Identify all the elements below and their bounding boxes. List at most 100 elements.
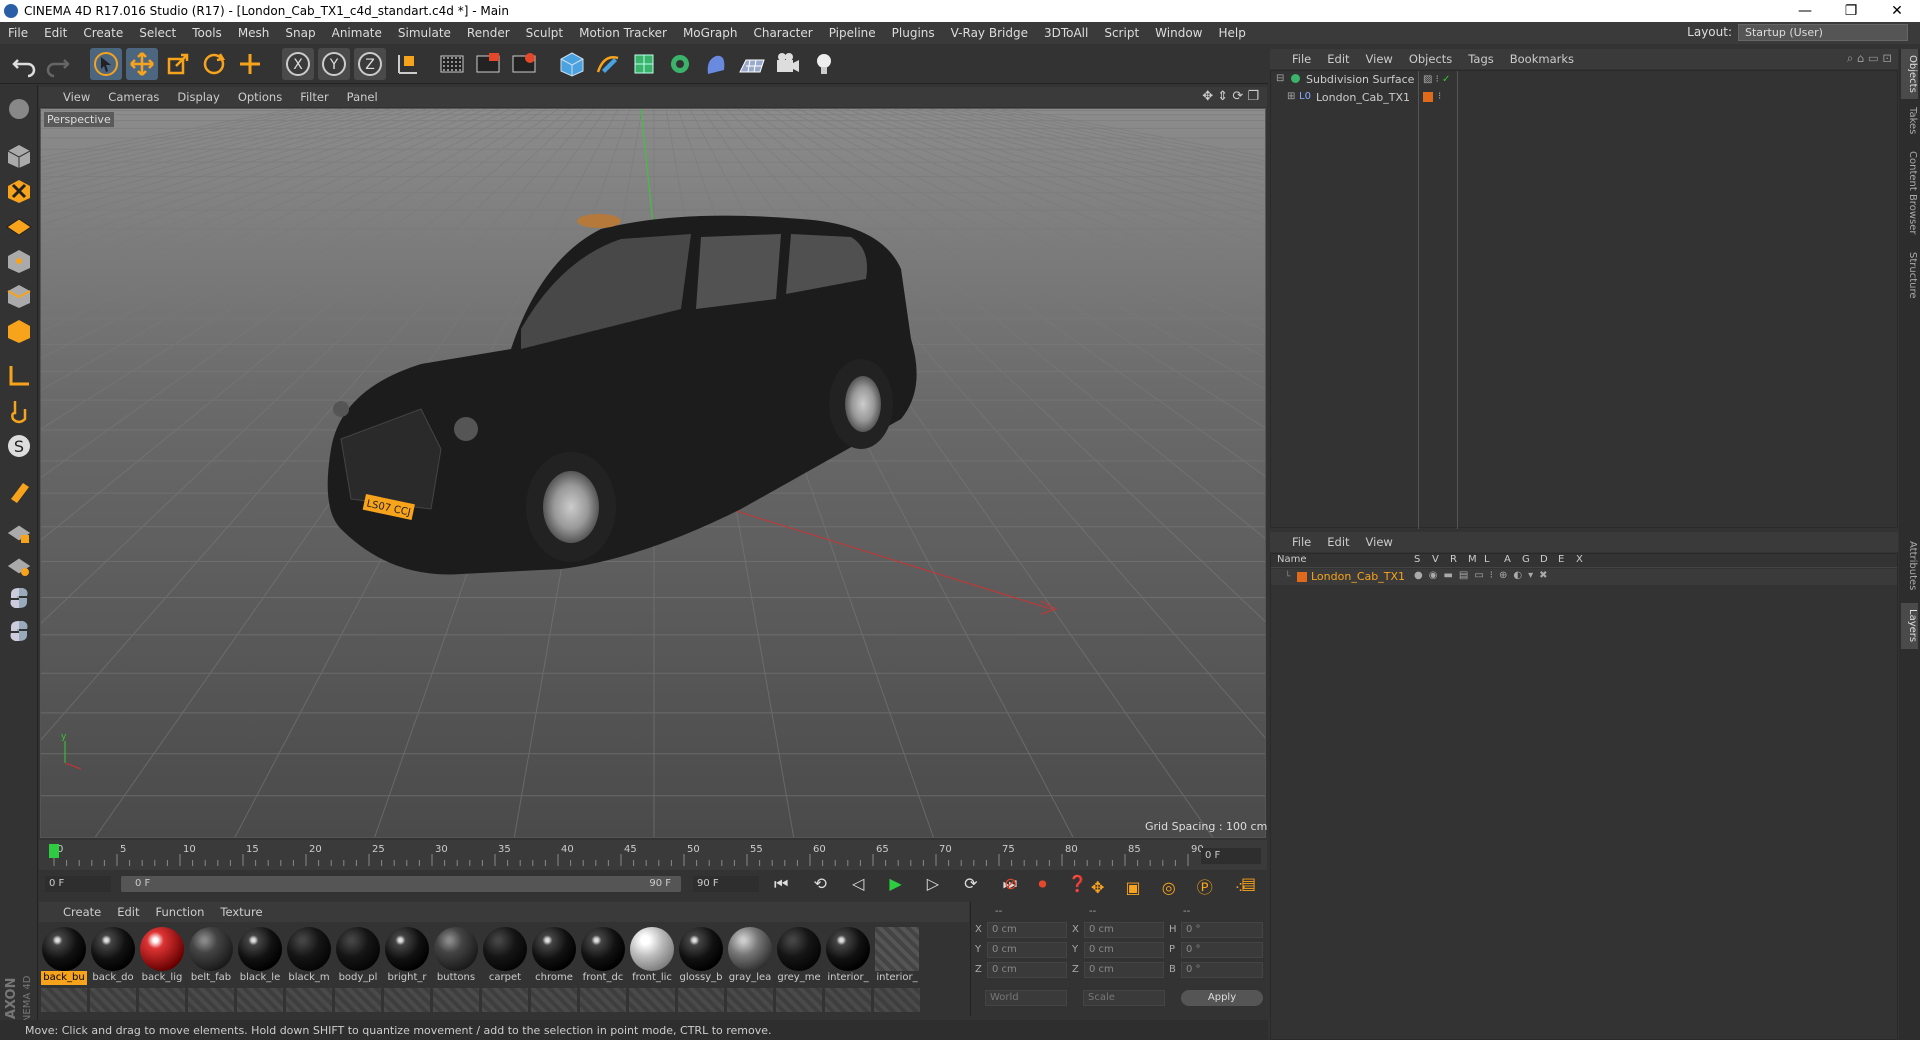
material-swatch[interactable]: body_pl	[335, 927, 381, 985]
tab-attributes[interactable]: Attributes	[1901, 531, 1918, 601]
empty-material-slot[interactable]	[531, 988, 577, 1012]
visibility-dots-icon[interactable]: ▨ ⁝ ✓	[1423, 74, 1450, 85]
material-swatch[interactable]: front_dc	[580, 927, 626, 985]
live-select-icon[interactable]	[234, 48, 266, 80]
tree-row[interactable]: ⊞ L0 London_Cab_TX1 ⁝	[1271, 89, 1899, 107]
layer-toggle-icons[interactable]: ●◉▬▤▭⁝⊕◐▾✖	[1414, 570, 1553, 581]
floor-icon[interactable]	[736, 48, 768, 80]
mat-menu-texture[interactable]: Texture	[212, 905, 270, 919]
empty-material-slot[interactable]	[727, 988, 773, 1012]
polygons-mode-icon[interactable]	[3, 315, 35, 347]
vp-menu-panel[interactable]: Panel	[338, 90, 387, 104]
menu-plugins[interactable]: Plugins	[884, 26, 943, 40]
rotate-icon[interactable]	[198, 48, 230, 80]
obj-menu-edit[interactable]: Edit	[1319, 52, 1357, 66]
material-swatch[interactable]: front_lic	[629, 927, 675, 985]
frame-range-slider[interactable]: 0 F 90 F	[121, 876, 681, 892]
edges-mode-icon[interactable]	[3, 280, 35, 312]
material-swatch[interactable]: interior_	[874, 927, 920, 985]
material-swatch[interactable]: gray_lea	[727, 927, 773, 985]
redo-icon[interactable]	[42, 48, 74, 80]
menu-simulate[interactable]: Simulate	[390, 26, 459, 40]
vp-menu-view[interactable]: View	[39, 90, 99, 104]
empty-material-slot[interactable]	[874, 988, 920, 1012]
col-d[interactable]: D	[1540, 554, 1548, 565]
menu-motion-tracker[interactable]: Motion Tracker	[571, 26, 675, 40]
select-arrow-icon[interactable]	[90, 48, 122, 80]
expand-icon[interactable]: ⊞	[1287, 91, 1295, 102]
python-icon[interactable]	[3, 582, 35, 614]
empty-material-slot[interactable]	[237, 988, 283, 1012]
obj-menu-tags[interactable]: Tags	[1460, 52, 1501, 66]
empty-material-slot[interactable]	[188, 988, 234, 1012]
tab-takes[interactable]: Takes	[1901, 101, 1918, 141]
record-controls[interactable]: ⊘ ⏺ ❓	[1004, 874, 1096, 894]
material-swatch[interactable]: glossy_b	[678, 927, 724, 985]
texture-mode-icon[interactable]	[3, 175, 35, 207]
material-swatch[interactable]: buttons	[433, 927, 479, 985]
obj-search-icon[interactable]: ⌕ ⌂ ▭ ⊡	[1847, 51, 1892, 66]
lay-menu-edit[interactable]: Edit	[1319, 535, 1357, 549]
visibility-dots-icon[interactable]: ⁝	[1438, 91, 1441, 102]
lock-workplane-icon[interactable]	[3, 517, 35, 549]
make-editable-icon[interactable]	[3, 93, 35, 125]
empty-material-slot[interactable]	[139, 988, 185, 1012]
empty-material-slot[interactable]	[90, 988, 136, 1012]
axis-mode-icon[interactable]	[3, 360, 35, 392]
material-swatch[interactable]: chrome	[531, 927, 577, 985]
pos-z-field[interactable]: 0 cm	[987, 962, 1067, 978]
material-swatch[interactable]: carpet	[482, 927, 528, 985]
render-settings-icon[interactable]	[508, 48, 540, 80]
lay-menu-file[interactable]: File	[1270, 535, 1319, 549]
material-swatch[interactable]: interior_	[825, 927, 871, 985]
menu-mesh[interactable]: Mesh	[230, 26, 278, 40]
menu-sculpt[interactable]: Sculpt	[518, 26, 571, 40]
pos-y-field[interactable]: 0 cm	[987, 942, 1067, 958]
empty-material-slot[interactable]	[41, 988, 87, 1012]
empty-material-slot[interactable]	[286, 988, 332, 1012]
planar-workplane-icon[interactable]	[3, 550, 35, 582]
timeline-window-icon[interactable]: ▤	[1241, 874, 1256, 893]
material-swatch[interactable]: black_m	[286, 927, 332, 985]
vp-menu-filter[interactable]: Filter	[291, 90, 337, 104]
subdivision-icon[interactable]	[628, 48, 660, 80]
col-g[interactable]: G	[1522, 554, 1530, 565]
empty-material-slot[interactable]	[580, 988, 626, 1012]
mat-menu-create[interactable]: Create	[39, 905, 109, 919]
menu-3dtoall[interactable]: 3DToAll	[1036, 26, 1096, 40]
obj-menu-file[interactable]: File	[1270, 52, 1319, 66]
coord-space-select[interactable]: World	[985, 990, 1067, 1006]
menu-create[interactable]: Create	[75, 26, 131, 40]
menu-render[interactable]: Render	[459, 26, 518, 40]
x-axis-icon[interactable]: X	[282, 48, 314, 80]
empty-material-slot[interactable]	[776, 988, 822, 1012]
layer-row[interactable]: └ London_Cab_TX1 ●◉▬▤▭⁝⊕◐▾✖	[1271, 569, 1897, 585]
vp-menu-options[interactable]: Options	[229, 90, 291, 104]
workplane-icon[interactable]	[3, 207, 35, 239]
layer-color-swatch[interactable]	[1297, 572, 1307, 582]
menu-animate[interactable]: Animate	[324, 26, 390, 40]
python-console-icon[interactable]	[3, 615, 35, 647]
menu-tools[interactable]: Tools	[184, 26, 230, 40]
playback-controls[interactable]: ⏮ ⟲ ◁ ▶ ▷ ⟳ ⏭	[774, 874, 1027, 894]
material-swatch[interactable]: back_do	[90, 927, 136, 985]
tab-structure[interactable]: Structure	[1901, 245, 1918, 305]
scale-icon[interactable]	[162, 48, 194, 80]
vp-menu-display[interactable]: Display	[168, 90, 228, 104]
material-swatch[interactable]: bright_r	[384, 927, 430, 985]
array-icon[interactable]	[664, 48, 696, 80]
points-mode-icon[interactable]	[3, 245, 35, 277]
mat-menu-edit[interactable]: Edit	[109, 905, 147, 919]
col-r[interactable]: R	[1450, 554, 1457, 565]
layer-color-swatch[interactable]	[1423, 92, 1433, 102]
obj-menu-view[interactable]: View	[1358, 52, 1401, 66]
coord-system-icon[interactable]	[392, 48, 424, 80]
viewport-nav-icons[interactable]: ✥ ⇕ ⟳ ❐	[1202, 89, 1259, 104]
size-y-field[interactable]: 0 cm	[1084, 942, 1164, 958]
start-frame-field[interactable]: 0 F	[45, 876, 111, 892]
z-axis-icon[interactable]: Z	[354, 48, 386, 80]
end-frame-field[interactable]: 90 F	[693, 876, 759, 892]
material-swatch[interactable]: belt_fab	[188, 927, 234, 985]
rot-p-field[interactable]: 0 °	[1181, 942, 1263, 958]
menu-vray-bridge[interactable]: V-Ray Bridge	[943, 26, 1036, 40]
